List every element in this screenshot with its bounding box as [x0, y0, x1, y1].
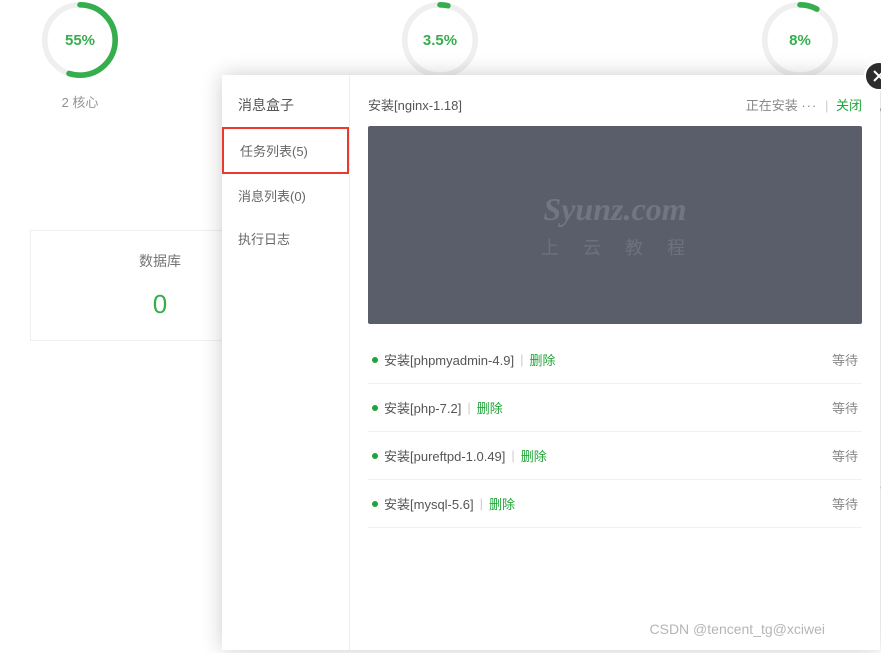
modal-sidebar: 消息盒子 任务列表(5) 消息列表(0) 执行日志 [222, 75, 350, 650]
loading-ellipsis-icon: ··· [801, 98, 817, 113]
delete-link[interactable]: 删除 [489, 494, 515, 513]
queue-item-label: 安装[php-7.2] [384, 398, 461, 417]
queue-item-status: 等待 [832, 446, 858, 465]
queue-item: 安装[php-7.2] | 删除 等待 [368, 384, 862, 432]
queue-item-label: 安装[pureftpd-1.0.49] [384, 446, 505, 465]
tab-task-list[interactable]: 任务列表(5) [222, 127, 349, 174]
queue-item-label: 安装[phpmyadmin-4.9] [384, 350, 514, 369]
message-box-modal: 消息盒子 任务列表(5) 消息列表(0) 执行日志 安装[nginx-1.18]… [222, 75, 880, 650]
status-dot-icon [372, 357, 378, 363]
queue-list: 安装[phpmyadmin-4.9] | 删除 等待 安装[php-7.2] |… [368, 336, 862, 528]
watermark-text: Syunz.com [543, 191, 686, 228]
current-task-header: 安装[nginx-1.18] 正在安装 ··· | 关闭 [368, 95, 862, 114]
tab-exec-log[interactable]: 执行日志 [222, 217, 349, 260]
status-dot-icon [372, 405, 378, 411]
queue-item-status: 等待 [832, 494, 858, 513]
tab-message-list[interactable]: 消息列表(0) [222, 174, 349, 217]
queue-item: 安装[mysql-5.6] | 删除 等待 [368, 480, 862, 528]
queue-item: 安装[pureftpd-1.0.49] | 删除 等待 [368, 432, 862, 480]
queue-item-status: 等待 [832, 398, 858, 417]
terminal-output[interactable]: Syunz.com 上云教程 [368, 126, 862, 324]
separator: | [825, 98, 828, 113]
csdn-watermark: CSDN @tencent_tg@xciwei [650, 621, 826, 637]
separator: | [480, 496, 483, 511]
modal-title: 消息盒子 [222, 83, 349, 127]
close-task-link[interactable]: 关闭 [836, 98, 862, 113]
watermark-sub: 上云教程 [521, 234, 709, 260]
separator: | [511, 448, 514, 463]
delete-link[interactable]: 删除 [529, 350, 555, 369]
separator: | [467, 400, 470, 415]
status-dot-icon [372, 453, 378, 459]
queue-item: 安装[phpmyadmin-4.9] | 删除 等待 [368, 336, 862, 384]
delete-link[interactable]: 删除 [521, 446, 547, 465]
queue-item-status: 等待 [832, 350, 858, 369]
queue-item-label: 安装[mysql-5.6] [384, 494, 474, 513]
current-task-status: 正在安装 [746, 98, 798, 113]
delete-link[interactable]: 删除 [477, 398, 503, 417]
modal-content: 安装[nginx-1.18] 正在安装 ··· | 关闭 Syunz.com 上… [350, 75, 880, 650]
status-dot-icon [372, 501, 378, 507]
current-task-name: 安装[nginx-1.18] [368, 95, 462, 114]
separator: | [520, 352, 523, 367]
